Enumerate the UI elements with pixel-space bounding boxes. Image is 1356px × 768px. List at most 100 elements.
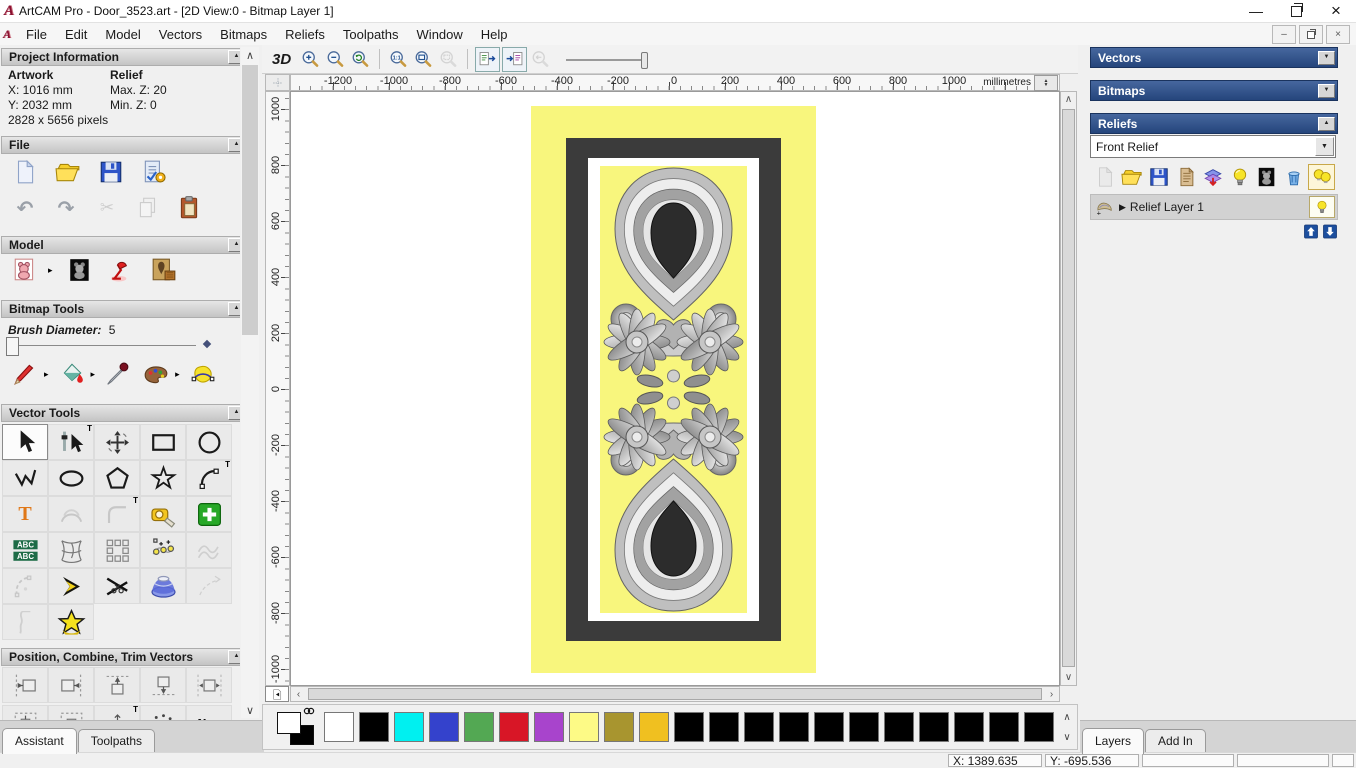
child-minimize-button[interactable]: – (1272, 25, 1296, 44)
tab-toolpaths[interactable]: Toolpaths (77, 729, 156, 754)
collapse-project-information-button[interactable]: ▲ (228, 50, 240, 64)
expand-vectors-button[interactable]: ▼ (1318, 51, 1335, 65)
canvas-horizontal-scrollbar[interactable]: ‹ › (290, 686, 1060, 702)
menu-item-help[interactable]: Help (472, 24, 517, 45)
offset-vectors-button[interactable] (48, 496, 94, 532)
canvas-vertical-scrollbar[interactable]: ∧ ∨ (1060, 91, 1077, 686)
palette-swatch[interactable] (674, 712, 704, 742)
extrude-dome-button[interactable] (140, 568, 186, 604)
delete-relief-button[interactable] (1281, 165, 1306, 189)
blend-button[interactable] (186, 568, 232, 604)
palette-swatch[interactable] (814, 712, 844, 742)
canvas-2d-view[interactable] (290, 91, 1060, 686)
nudge-button[interactable] (140, 532, 186, 568)
arc-tool-button[interactable]: T (186, 460, 232, 496)
nesting-text-button[interactable]: Nes (186, 705, 232, 720)
cut-button[interactable]: ✂ (90, 193, 124, 223)
relief-bulb-button[interactable] (1227, 165, 1252, 189)
align-centre-button[interactable] (186, 667, 232, 703)
rectangle-button[interactable] (140, 424, 186, 460)
align-left-button[interactable] (2, 667, 48, 703)
model-sketch-button[interactable] (8, 255, 42, 285)
tab-add-in[interactable]: Add In (1145, 729, 1206, 754)
palette-swatch[interactable] (359, 712, 389, 742)
palette-swatch[interactable] (464, 712, 494, 742)
canvas-hscroll-thumb[interactable] (308, 688, 1042, 700)
ruler-origin-button[interactable] (265, 74, 290, 91)
arc-fit-button[interactable] (2, 568, 48, 604)
collapse-position-button[interactable]: ▲ (228, 650, 240, 664)
relief-paper-button[interactable] (1173, 165, 1198, 189)
text-abc-button[interactable]: ABC ABC (2, 532, 48, 568)
vectors-header[interactable]: Vectors ▼ (1090, 47, 1338, 68)
view-3d-button[interactable]: 3D (272, 51, 291, 68)
zoom-slider-handle[interactable] (641, 52, 649, 69)
primary-colour-swatch[interactable] (277, 712, 301, 734)
paint-pencil-button[interactable] (8, 359, 42, 389)
menu-item-window[interactable]: Window (408, 24, 472, 45)
restore-button[interactable] (1276, 0, 1316, 22)
ruler-units-button[interactable]: ▲ ▼ (1034, 75, 1058, 91)
palette-swatch[interactable] (884, 712, 914, 742)
node-edit-button[interactable]: T (48, 424, 94, 460)
canvas-scroll-left-button[interactable]: ‹ (291, 687, 306, 701)
expand-layer-icon[interactable]: ▶ (1119, 202, 1126, 213)
palette-swatch[interactable] (919, 712, 949, 742)
chevron-button[interactable] (48, 568, 94, 604)
palette-swatch[interactable] (849, 712, 879, 742)
bitmaps-header[interactable]: Bitmaps ▼ (1090, 80, 1338, 101)
zoom-last-button[interactable] (349, 48, 372, 71)
zoom-slider[interactable] (566, 50, 649, 69)
align-top-button[interactable] (94, 667, 140, 703)
menu-item-file[interactable]: File (17, 24, 56, 45)
flyout-arrow-icon[interactable]: ▸ (91, 369, 96, 380)
assistant-scrollbar[interactable]: ∧ ∨ (241, 47, 259, 718)
move-layer-down-button[interactable] (1322, 224, 1338, 239)
palette-swatch[interactable] (394, 712, 424, 742)
align-bottom-button[interactable] (140, 667, 186, 703)
paste-button[interactable] (172, 193, 206, 223)
scroll-down-button[interactable]: ∨ (241, 702, 259, 718)
profile-button[interactable] (2, 604, 48, 640)
palette-scroll-up-button[interactable]: ∧ (1060, 709, 1074, 725)
model-properties-button[interactable] (137, 157, 171, 187)
flyout-arrow-icon[interactable]: ▸ (44, 369, 49, 380)
centre-page2-button[interactable] (48, 705, 94, 720)
zoom-previous-button[interactable] (529, 48, 552, 71)
child-close-button[interactable]: × (1326, 25, 1350, 44)
expand-bitmaps-button[interactable]: ▼ (1318, 84, 1335, 98)
texture-button[interactable] (147, 255, 181, 285)
select-button[interactable] (2, 424, 48, 460)
collapse-reliefs-button[interactable]: ▲ (1318, 117, 1335, 131)
toggle-vector-button[interactable] (502, 46, 528, 72)
scatter-dots-button[interactable] (140, 705, 186, 720)
redo-button[interactable]: ↷ (49, 193, 83, 223)
palette-swatch[interactable] (604, 712, 634, 742)
canvas-scroll-down-button[interactable]: ∨ (1061, 670, 1076, 685)
star-tool-button[interactable] (140, 460, 186, 496)
collapse-vector-tools-button[interactable]: ▲ (228, 406, 240, 420)
canvas-scroll-up-button[interactable]: ∧ (1061, 92, 1076, 107)
zoom-out-button[interactable] (324, 48, 347, 71)
ellipse-tool-button[interactable] (48, 460, 94, 496)
colour-picker-button[interactable] (101, 359, 135, 389)
collapse-file-button[interactable]: ▲ (228, 138, 240, 152)
palette-swatch[interactable] (1024, 712, 1054, 742)
align-right-button[interactable] (48, 667, 94, 703)
relief-layer-row[interactable]: + ▶ Relief Layer 1 (1090, 194, 1338, 220)
palette-swatch[interactable] (744, 712, 774, 742)
tab-assistant[interactable]: Assistant (2, 728, 77, 754)
page-mode-button[interactable] (265, 686, 289, 702)
zoom-1to1-button[interactable]: 1:1 (387, 48, 410, 71)
palette-swatch[interactable] (324, 712, 354, 742)
palette-swatch[interactable] (709, 712, 739, 742)
scroll-up-button[interactable]: ∧ (241, 47, 259, 63)
zoom-object-button[interactable] (437, 48, 460, 71)
measure-button[interactable] (140, 496, 186, 532)
zoom-fit-button[interactable] (412, 48, 435, 71)
menu-item-vectors[interactable]: Vectors (150, 24, 211, 45)
save-relief-button[interactable] (1146, 165, 1171, 189)
polyline-button[interactable] (2, 460, 48, 496)
move-layer-up-button[interactable] (1303, 224, 1319, 239)
zoom-in-button[interactable] (299, 48, 322, 71)
